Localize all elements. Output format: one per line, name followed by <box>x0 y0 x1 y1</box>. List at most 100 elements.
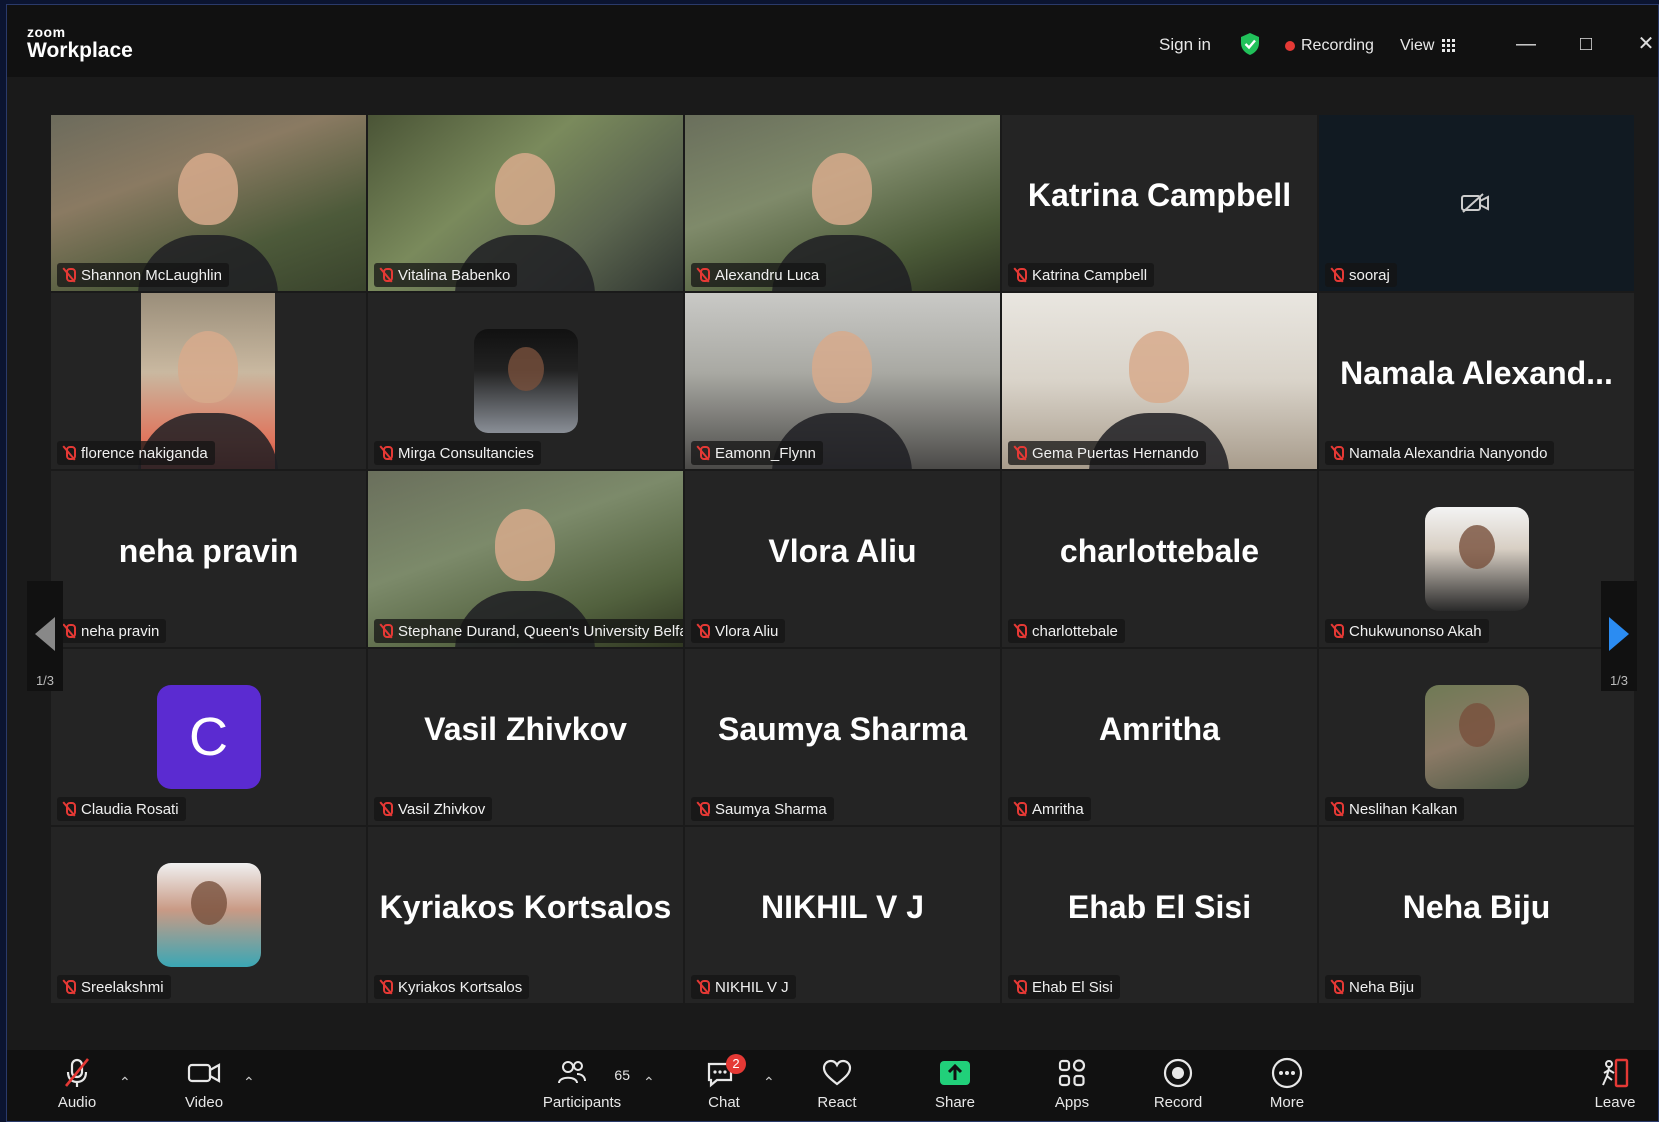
participant-name-label: Ehab El Sisi <box>1008 975 1120 999</box>
participant-tile[interactable]: NIKHIL V J NIKHIL V J <box>685 827 1000 1003</box>
participant-tile[interactable]: Kyriakos Kortsalos Kyriakos Kortsalos <box>368 827 683 1003</box>
participant-tile[interactable]: Eamonn_Flynn <box>685 293 1000 469</box>
encryption-shield-icon[interactable] <box>1239 32 1261 61</box>
participant-tile[interactable]: florence nakiganda <box>51 293 366 469</box>
participant-name: Shannon McLaughlin <box>81 266 222 284</box>
participant-tile[interactable]: Mirga Consultancies <box>368 293 683 469</box>
mic-muted-icon <box>379 623 393 639</box>
minimize-icon[interactable]: — <box>1515 33 1537 55</box>
participant-name: sooraj <box>1349 266 1390 284</box>
participant-tile[interactable]: C Claudia Rosati <box>51 649 366 825</box>
participant-tile[interactable]: Vitalina Babenko <box>368 115 683 291</box>
view-label: View <box>1400 37 1435 54</box>
share-button[interactable]: Share <box>910 1056 1000 1111</box>
page-indicator-right: 1/3 <box>1609 673 1629 688</box>
participants-icon <box>558 1061 587 1084</box>
participant-name-label: Stephane Durand, Queen's University Belf… <box>374 619 683 643</box>
chat-options-chevron-icon[interactable]: ⌃ <box>763 1074 775 1091</box>
participant-tile[interactable]: Chukwunonso Akah <box>1319 471 1634 647</box>
audio-button[interactable]: Audio <box>32 1056 122 1111</box>
participant-display-name: Kyriakos Kortsalos <box>379 889 672 925</box>
participant-tile[interactable]: Namala Alexand... Namala Alexandria Nanyo… <box>1319 293 1634 469</box>
participant-name-label: neha pravin <box>57 619 167 643</box>
participant-name: Saumya Sharma <box>715 800 827 818</box>
apps-icon <box>1058 1059 1086 1087</box>
mic-muted-icon <box>1330 979 1344 995</box>
participant-tile[interactable]: Saumya Sharma Saumya Sharma <box>685 649 1000 825</box>
participants-options-chevron-icon[interactable]: ⌃ <box>643 1074 655 1091</box>
participants-button[interactable]: 65 Participants <box>534 1056 630 1111</box>
video-options-chevron-icon[interactable]: ⌃ <box>243 1074 255 1091</box>
participant-tile[interactable]: sooraj <box>1319 115 1634 291</box>
next-page-button[interactable]: 1/3 <box>1601 581 1637 691</box>
participant-tile[interactable]: neha pravin neha pravin <box>51 471 366 647</box>
mic-muted-icon <box>1330 623 1344 639</box>
participant-tile[interactable]: Vlora Aliu Vlora Aliu <box>685 471 1000 647</box>
arrow-left-icon <box>35 617 55 651</box>
grid-icon <box>1442 39 1456 52</box>
more-label: More <box>1269 1094 1305 1111</box>
participants-count: 65 <box>614 1067 630 1083</box>
participant-name-label: Sreelakshmi <box>57 975 171 999</box>
mic-muted-icon <box>696 979 710 995</box>
apps-button[interactable]: Apps <box>1027 1056 1117 1111</box>
previous-page-button[interactable]: 1/3 <box>27 581 63 691</box>
record-button[interactable]: Record <box>1133 1056 1223 1111</box>
participant-display-name: neha pravin <box>118 533 299 569</box>
chat-unread-badge: 2 <box>726 1054 746 1074</box>
participant-name-label: charlottebale <box>1008 619 1125 643</box>
mic-muted-icon <box>1330 445 1344 461</box>
maximize-icon[interactable]: □ <box>1575 33 1597 55</box>
record-label: Record <box>1153 1094 1203 1111</box>
participant-tile[interactable]: Stephane Durand, Queen's University Belf… <box>368 471 683 647</box>
participant-tile[interactable]: Vasil Zhivkov Vasil Zhivkov <box>368 649 683 825</box>
avatar-face-icon <box>190 881 227 925</box>
view-button[interactable]: View <box>1400 37 1456 55</box>
participant-name: Kyriakos Kortsalos <box>398 978 523 996</box>
participant-name-label: Vitalina Babenko <box>374 263 518 287</box>
participant-tile[interactable]: Neslihan Kalkan <box>1319 649 1634 825</box>
mic-muted-icon <box>696 267 710 283</box>
participant-name-label: Claudia Rosati <box>57 797 186 821</box>
participant-tile[interactable]: Sreelakshmi <box>51 827 366 1003</box>
heart-icon <box>822 1059 852 1086</box>
participant-tile[interactable]: charlottebale charlottebale <box>1002 471 1317 647</box>
video-button[interactable]: Video <box>159 1056 249 1111</box>
mic-muted-icon <box>379 801 393 817</box>
participant-tile[interactable]: Shannon McLaughlin <box>51 115 366 291</box>
leave-button[interactable]: Leave <box>1575 1056 1655 1111</box>
participant-name-label: sooraj <box>1325 263 1397 287</box>
mic-muted-icon <box>64 1058 90 1087</box>
participant-initial-avatar: C <box>156 685 261 789</box>
gallery-grid: Shannon McLaughlin Vitalina Babenko Alexan… <box>51 115 1641 1005</box>
react-button[interactable]: React <box>792 1056 882 1111</box>
participant-display-name: Ehab El Sisi <box>1067 889 1252 925</box>
audio-options-chevron-icon[interactable]: ⌃ <box>119 1074 131 1091</box>
participant-display-name: Namala Alexand... <box>1340 355 1613 391</box>
more-button[interactable]: More <box>1242 1056 1332 1111</box>
participant-tile[interactable]: Katrina Campbell Katrina Campbell <box>1002 115 1317 291</box>
title-bar: zoom Workplace Sign in Recording View — … <box>7 5 1658 77</box>
apps-label: Apps <box>1054 1094 1090 1111</box>
person-silhouette-icon <box>178 331 238 403</box>
mic-muted-icon <box>1013 979 1027 995</box>
mic-muted-icon <box>1330 267 1344 283</box>
close-icon[interactable]: ✕ <box>1635 33 1657 55</box>
participant-name-label: Saumya Sharma <box>691 797 834 821</box>
participant-name: Mirga Consultancies <box>398 444 534 462</box>
participant-tile[interactable]: Neha Biju Neha Biju <box>1319 827 1634 1003</box>
recording-indicator[interactable]: Recording <box>1285 37 1374 55</box>
participant-avatar <box>473 329 578 433</box>
participant-tile[interactable]: Gema Puertas Hernando <box>1002 293 1317 469</box>
participant-tile[interactable]: Ehab El Sisi Ehab El Sisi <box>1002 827 1317 1003</box>
participant-tile[interactable]: Amritha Amritha <box>1002 649 1317 825</box>
sign-in-link[interactable]: Sign in <box>1159 35 1211 55</box>
chat-button[interactable]: 2 Chat <box>679 1054 769 1111</box>
participant-tile[interactable]: Alexandru Luca <box>685 115 1000 291</box>
participant-name-label: Neslihan Kalkan <box>1325 797 1465 821</box>
share-label: Share <box>934 1094 976 1111</box>
arrow-right-icon <box>1609 617 1629 651</box>
avatar-face-icon <box>1458 525 1495 569</box>
audio-label: Audio <box>57 1094 97 1111</box>
participant-name-label: Namala Alexandria Nanyondo <box>1325 441 1555 465</box>
